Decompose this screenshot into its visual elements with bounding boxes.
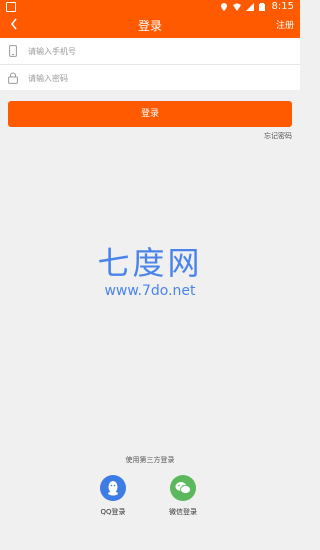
password-field [0,65,300,91]
back-button[interactable] [6,18,22,34]
lock-icon [6,71,20,85]
password-input[interactable] [26,72,280,84]
phone-icon [6,44,20,58]
wechat-login-label: 微信登录 [169,508,197,516]
battery-icon [258,2,267,11]
page-title: 登录 [137,19,162,33]
qq-icon [100,475,126,501]
status-bar: 8:15 [0,0,300,14]
watermark-url: www.7do.net [104,283,196,299]
forgot-password-link[interactable]: 忘记密码 [264,131,292,141]
wechat-login-button[interactable]: 微信登录 [163,475,203,517]
status-right: 8:15 [220,1,294,12]
clock: 8:15 [271,1,294,12]
watermark: 七度网 www.7do.net [0,246,300,300]
wechat-icon [170,475,196,501]
back-icon [10,18,18,34]
third-party-title: 使用第三方登录 [125,456,175,464]
notification-icon [6,2,16,12]
login-form [0,38,300,90]
watermark-logo: 七度网 [97,244,203,282]
register-link[interactable]: 注册 [276,14,294,38]
login-button[interactable]: 登录 [8,101,292,127]
qq-login-label: QQ登录 [100,508,126,516]
app-bar: 登录 注册 [0,14,300,38]
qq-login-button[interactable]: QQ登录 [93,475,133,517]
wifi-icon [232,3,241,11]
phone-input[interactable] [26,45,280,57]
location-icon [220,2,228,11]
signal-icon [245,2,254,11]
phone-field [0,38,300,65]
